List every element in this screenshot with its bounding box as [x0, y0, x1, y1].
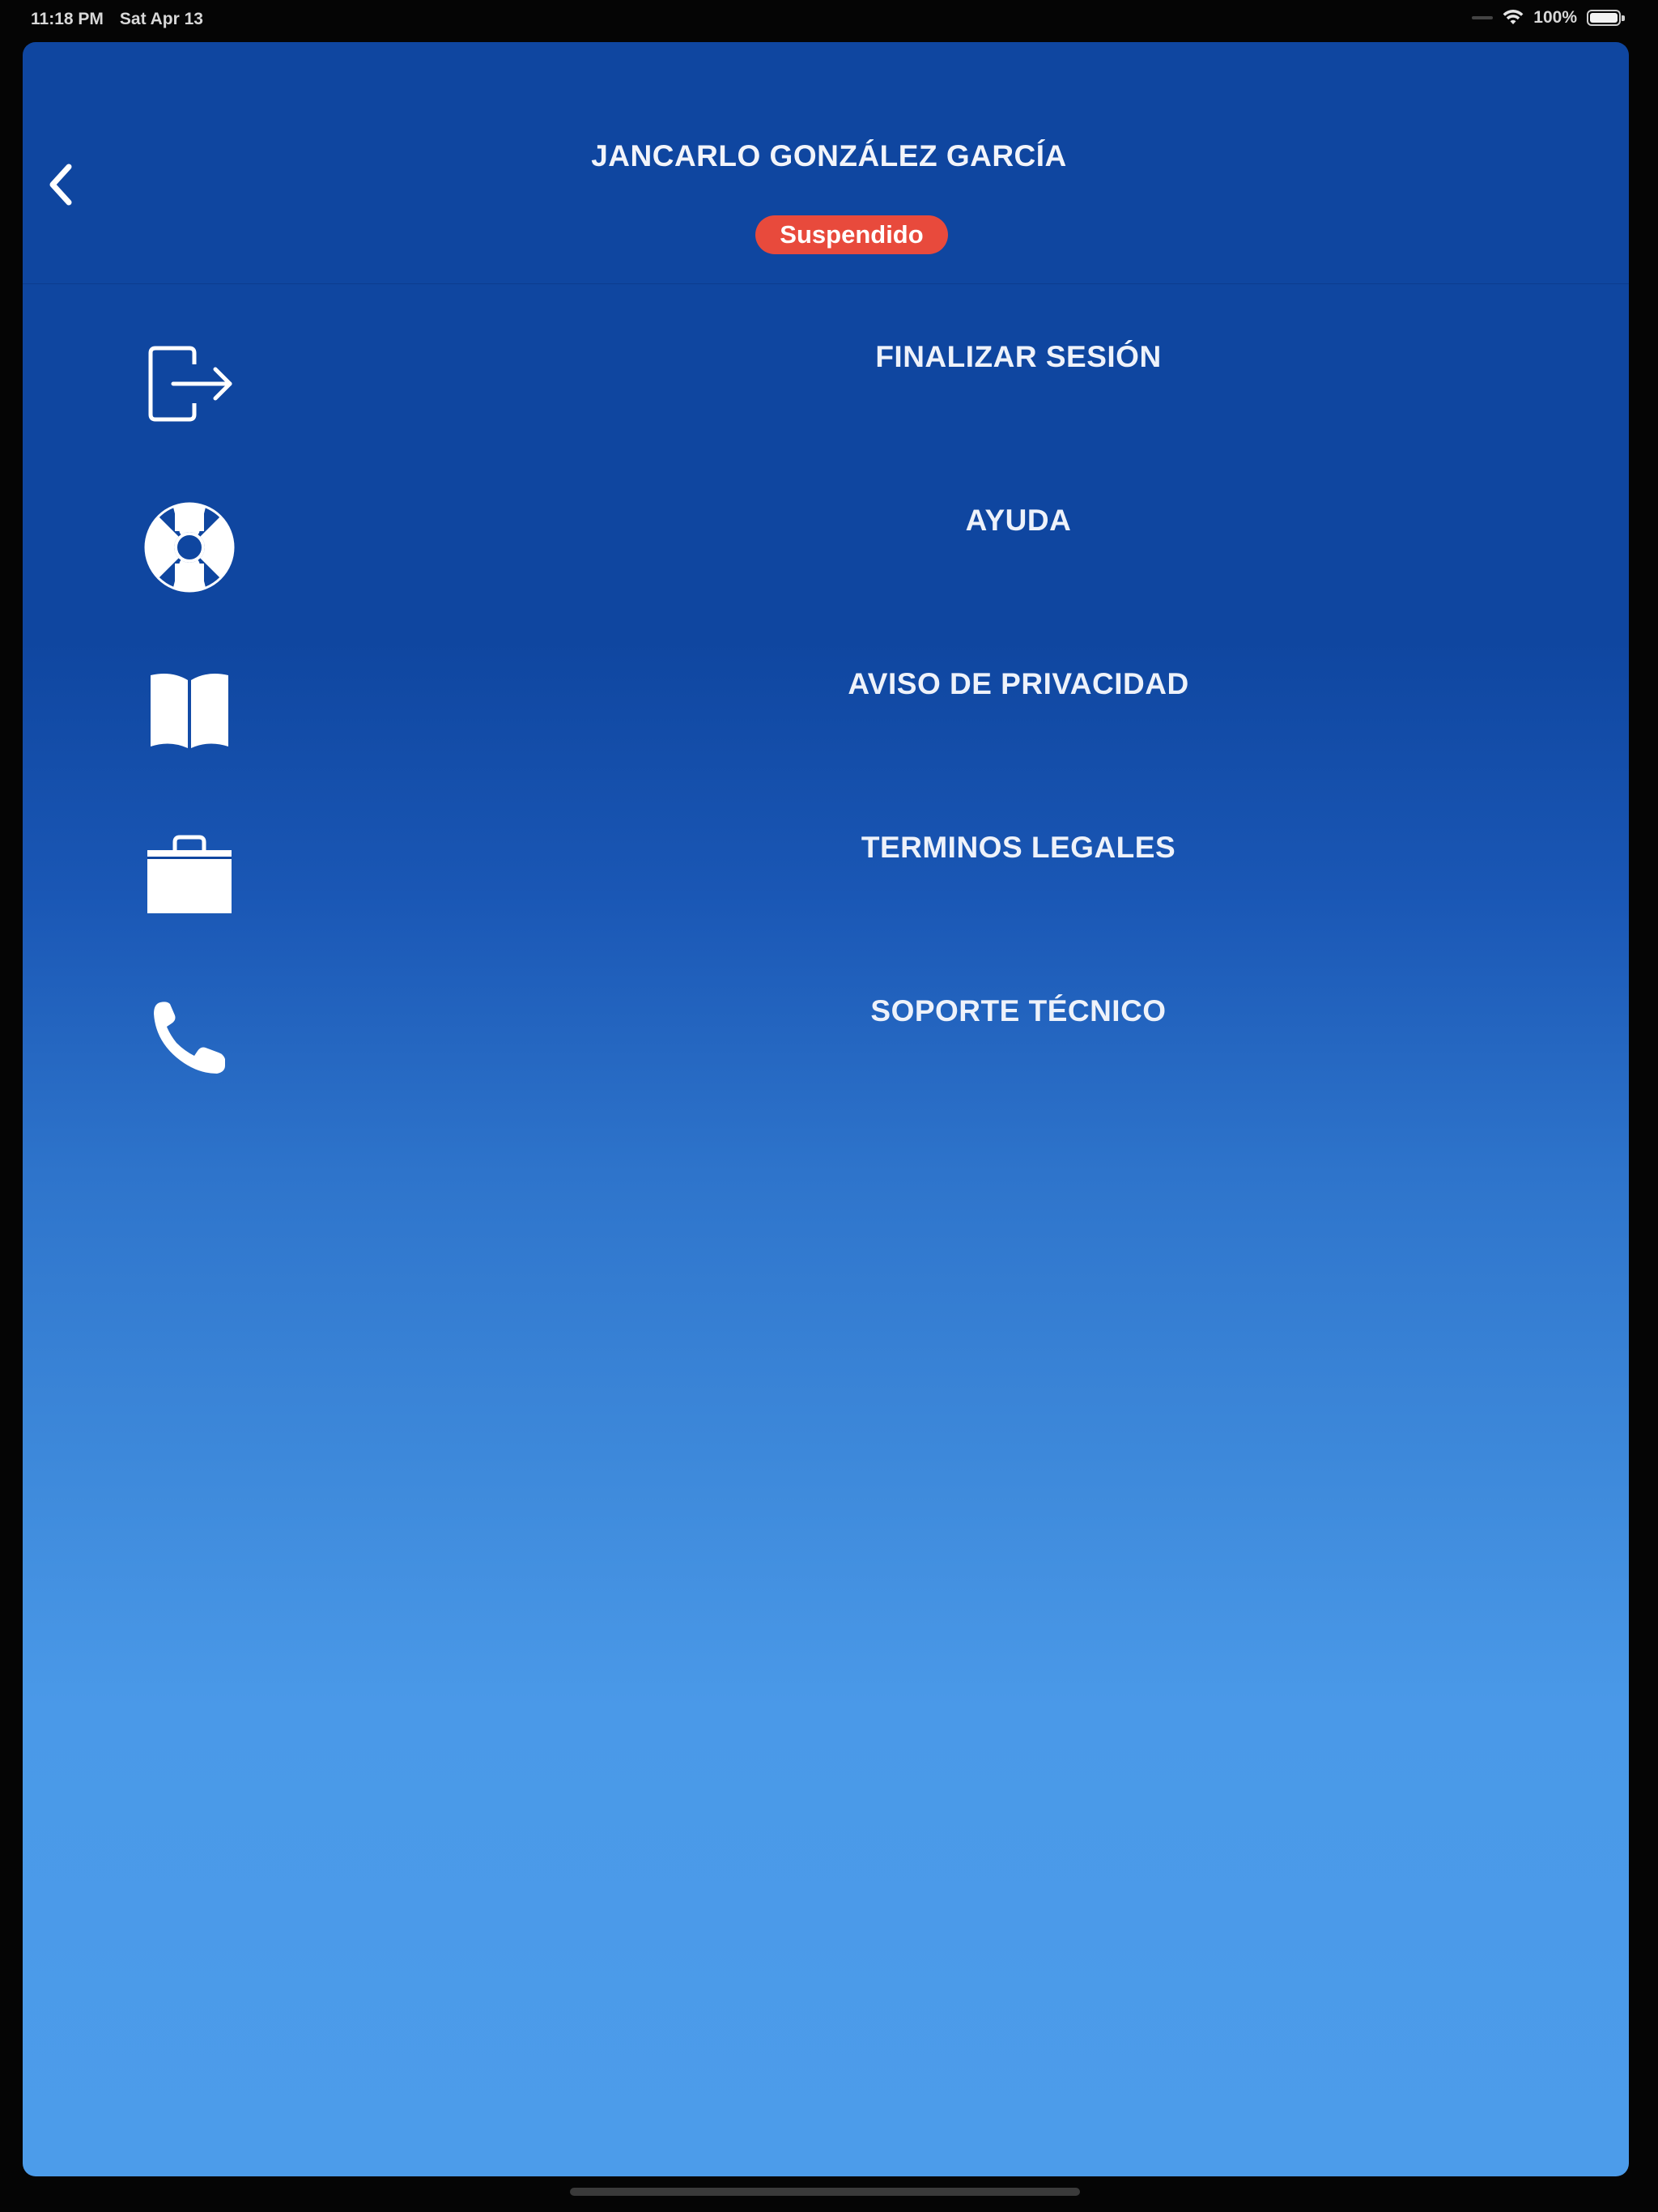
cellular-signal-icon: [1472, 16, 1494, 19]
home-indicator[interactable]: [570, 2188, 1080, 2196]
lifebuoy-icon: [144, 502, 235, 593]
menu-item-label: FINALIZAR SESIÓN: [875, 340, 1162, 373]
menu-item-logout[interactable]: FINALIZAR SESIÓN: [23, 325, 1629, 439]
battery-level: [1590, 13, 1618, 23]
status-time: 11:18 PM: [31, 10, 104, 28]
wifi-icon: [1503, 10, 1524, 26]
status-left: 11:18 PM Sat Apr 13: [31, 10, 203, 29]
status-date: Sat Apr 13: [119, 10, 203, 28]
status-right: 100%: [1472, 8, 1625, 28]
menu-item-support[interactable]: SOPORTE TÉCNICO: [23, 980, 1629, 1093]
menu-item-help[interactable]: AYUDA: [23, 489, 1629, 602]
menu-item-label: AYUDA: [965, 504, 1072, 537]
user-name: JANCARLO GONZÁLEZ GARCÍA: [591, 139, 1067, 172]
menu-item-label: AVISO DE PRIVACIDAD: [848, 667, 1189, 700]
battery-icon: [1587, 10, 1625, 26]
menu-item-privacy[interactable]: AVISO DE PRIVACIDAD: [23, 653, 1629, 766]
battery-percent: 100%: [1533, 8, 1577, 27]
status-badge: Suspendido: [755, 215, 948, 254]
profile-header: JANCARLO GONZÁLEZ GARCÍA Suspendido: [23, 42, 1629, 284]
status-bar: 11:18 PM Sat Apr 13 100%: [0, 0, 1658, 40]
book-icon: [144, 669, 235, 753]
device-frame: 11:18 PM Sat Apr 13 100% JANCARLO GONZÁL…: [0, 0, 1658, 2212]
battery-nub: [1622, 15, 1625, 21]
briefcase-icon: [144, 832, 235, 917]
app-screen: JANCARLO GONZÁLEZ GARCÍA Suspendido FINA…: [23, 42, 1629, 2176]
logout-icon: [144, 342, 235, 426]
phone-icon: [144, 996, 235, 1080]
menu-item-legal[interactable]: TERMINOS LEGALES: [23, 816, 1629, 929]
menu-item-label: TERMINOS LEGALES: [861, 831, 1176, 864]
menu-item-label: SOPORTE TÉCNICO: [870, 994, 1167, 1027]
